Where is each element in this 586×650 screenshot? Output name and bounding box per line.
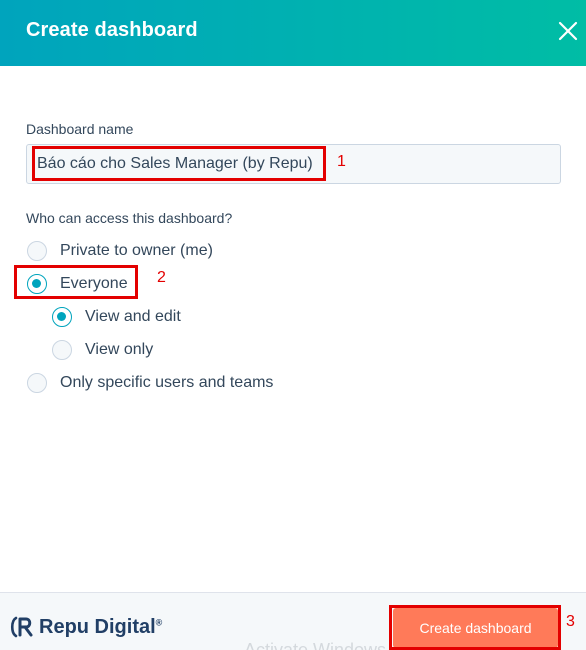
radio-label-specific: Only specific users and teams — [60, 374, 274, 391]
brand-name: Repu Digital® — [39, 615, 163, 638]
radio-label-private: Private to owner (me) — [60, 242, 213, 259]
annotation-box-1 — [32, 146, 326, 181]
access-label: Who can access this dashboard? — [26, 210, 233, 226]
radio-button-specific[interactable] — [27, 373, 47, 393]
radio-button-view-edit[interactable] — [52, 307, 72, 327]
modal-title: Create dashboard — [26, 19, 198, 41]
radio-button-view-only[interactable] — [52, 340, 72, 360]
annotation-number-3: 3 — [566, 613, 575, 630]
radio-private-owner[interactable]: Private to owner (me) — [27, 241, 213, 261]
modal-header: Create dashboard — [0, 0, 586, 66]
close-icon — [558, 21, 578, 41]
radio-label-view-edit: View and edit — [85, 308, 181, 325]
annotation-box-2 — [14, 265, 138, 299]
radio-view-and-edit[interactable]: View and edit — [52, 307, 181, 327]
annotation-box-3 — [389, 605, 561, 650]
radio-view-only[interactable]: View only — [52, 340, 153, 360]
dashboard-name-label: Dashboard name — [26, 121, 134, 137]
brand-logo: Repu Digital® — [9, 615, 162, 639]
activate-windows-watermark: Activate Windows — [244, 640, 387, 650]
annotation-number-1: 1 — [337, 153, 346, 170]
radio-specific-users[interactable]: Only specific users and teams — [27, 373, 273, 393]
close-button[interactable] — [553, 14, 583, 48]
radio-label-view-only: View only — [85, 341, 154, 358]
radio-button-private[interactable] — [27, 241, 47, 261]
repu-logo-icon — [10, 616, 33, 638]
annotation-number-2: 2 — [157, 269, 166, 286]
